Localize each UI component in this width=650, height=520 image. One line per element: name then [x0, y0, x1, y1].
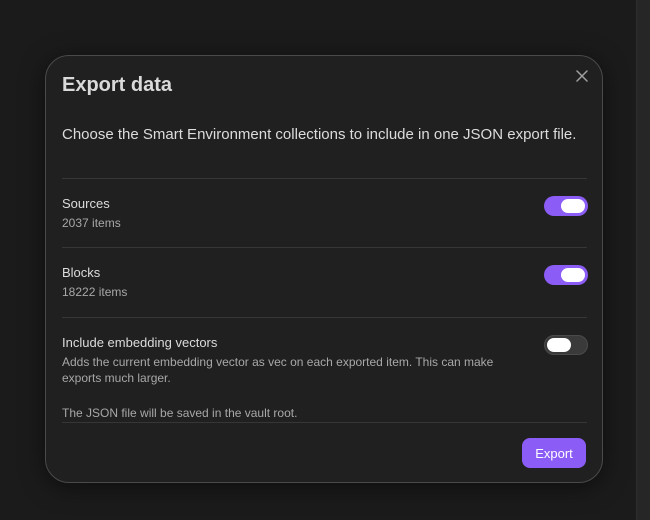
- divider: [62, 178, 587, 179]
- embedding-vectors-toggle[interactable]: [544, 335, 588, 355]
- sources-toggle[interactable]: [544, 196, 588, 216]
- divider: [62, 422, 587, 423]
- divider: [62, 247, 587, 248]
- setting-embedding-vectors: Include embedding vectors Adds the curre…: [62, 335, 588, 386]
- export-data-modal: Export data Choose the Smart Environment…: [45, 55, 603, 483]
- right-sidebar-edge: [636, 0, 650, 520]
- close-icon: [576, 70, 588, 82]
- save-location-note: The JSON file will be saved in the vault…: [62, 406, 298, 420]
- modal-title: Export data: [62, 74, 173, 96]
- setting-blocks: Blocks 18222 items: [62, 265, 588, 300]
- divider: [62, 317, 587, 318]
- setting-description: 18222 items: [62, 285, 128, 299]
- toggle-knob: [561, 199, 585, 213]
- setting-description: 2037 items: [62, 216, 121, 230]
- modal-description: Choose the Smart Environment collections…: [62, 126, 577, 143]
- setting-description: Adds the current embedding vector as vec…: [62, 355, 494, 385]
- setting-name: Sources: [62, 196, 110, 211]
- blocks-toggle[interactable]: [544, 265, 588, 285]
- setting-sources: Sources 2037 items: [62, 196, 588, 231]
- toggle-knob: [547, 338, 571, 352]
- close-button[interactable]: [572, 66, 592, 86]
- toggle-knob: [561, 268, 585, 282]
- setting-name: Blocks: [62, 265, 101, 280]
- export-button[interactable]: Export: [522, 438, 586, 468]
- setting-name: Include embedding vectors: [62, 335, 218, 350]
